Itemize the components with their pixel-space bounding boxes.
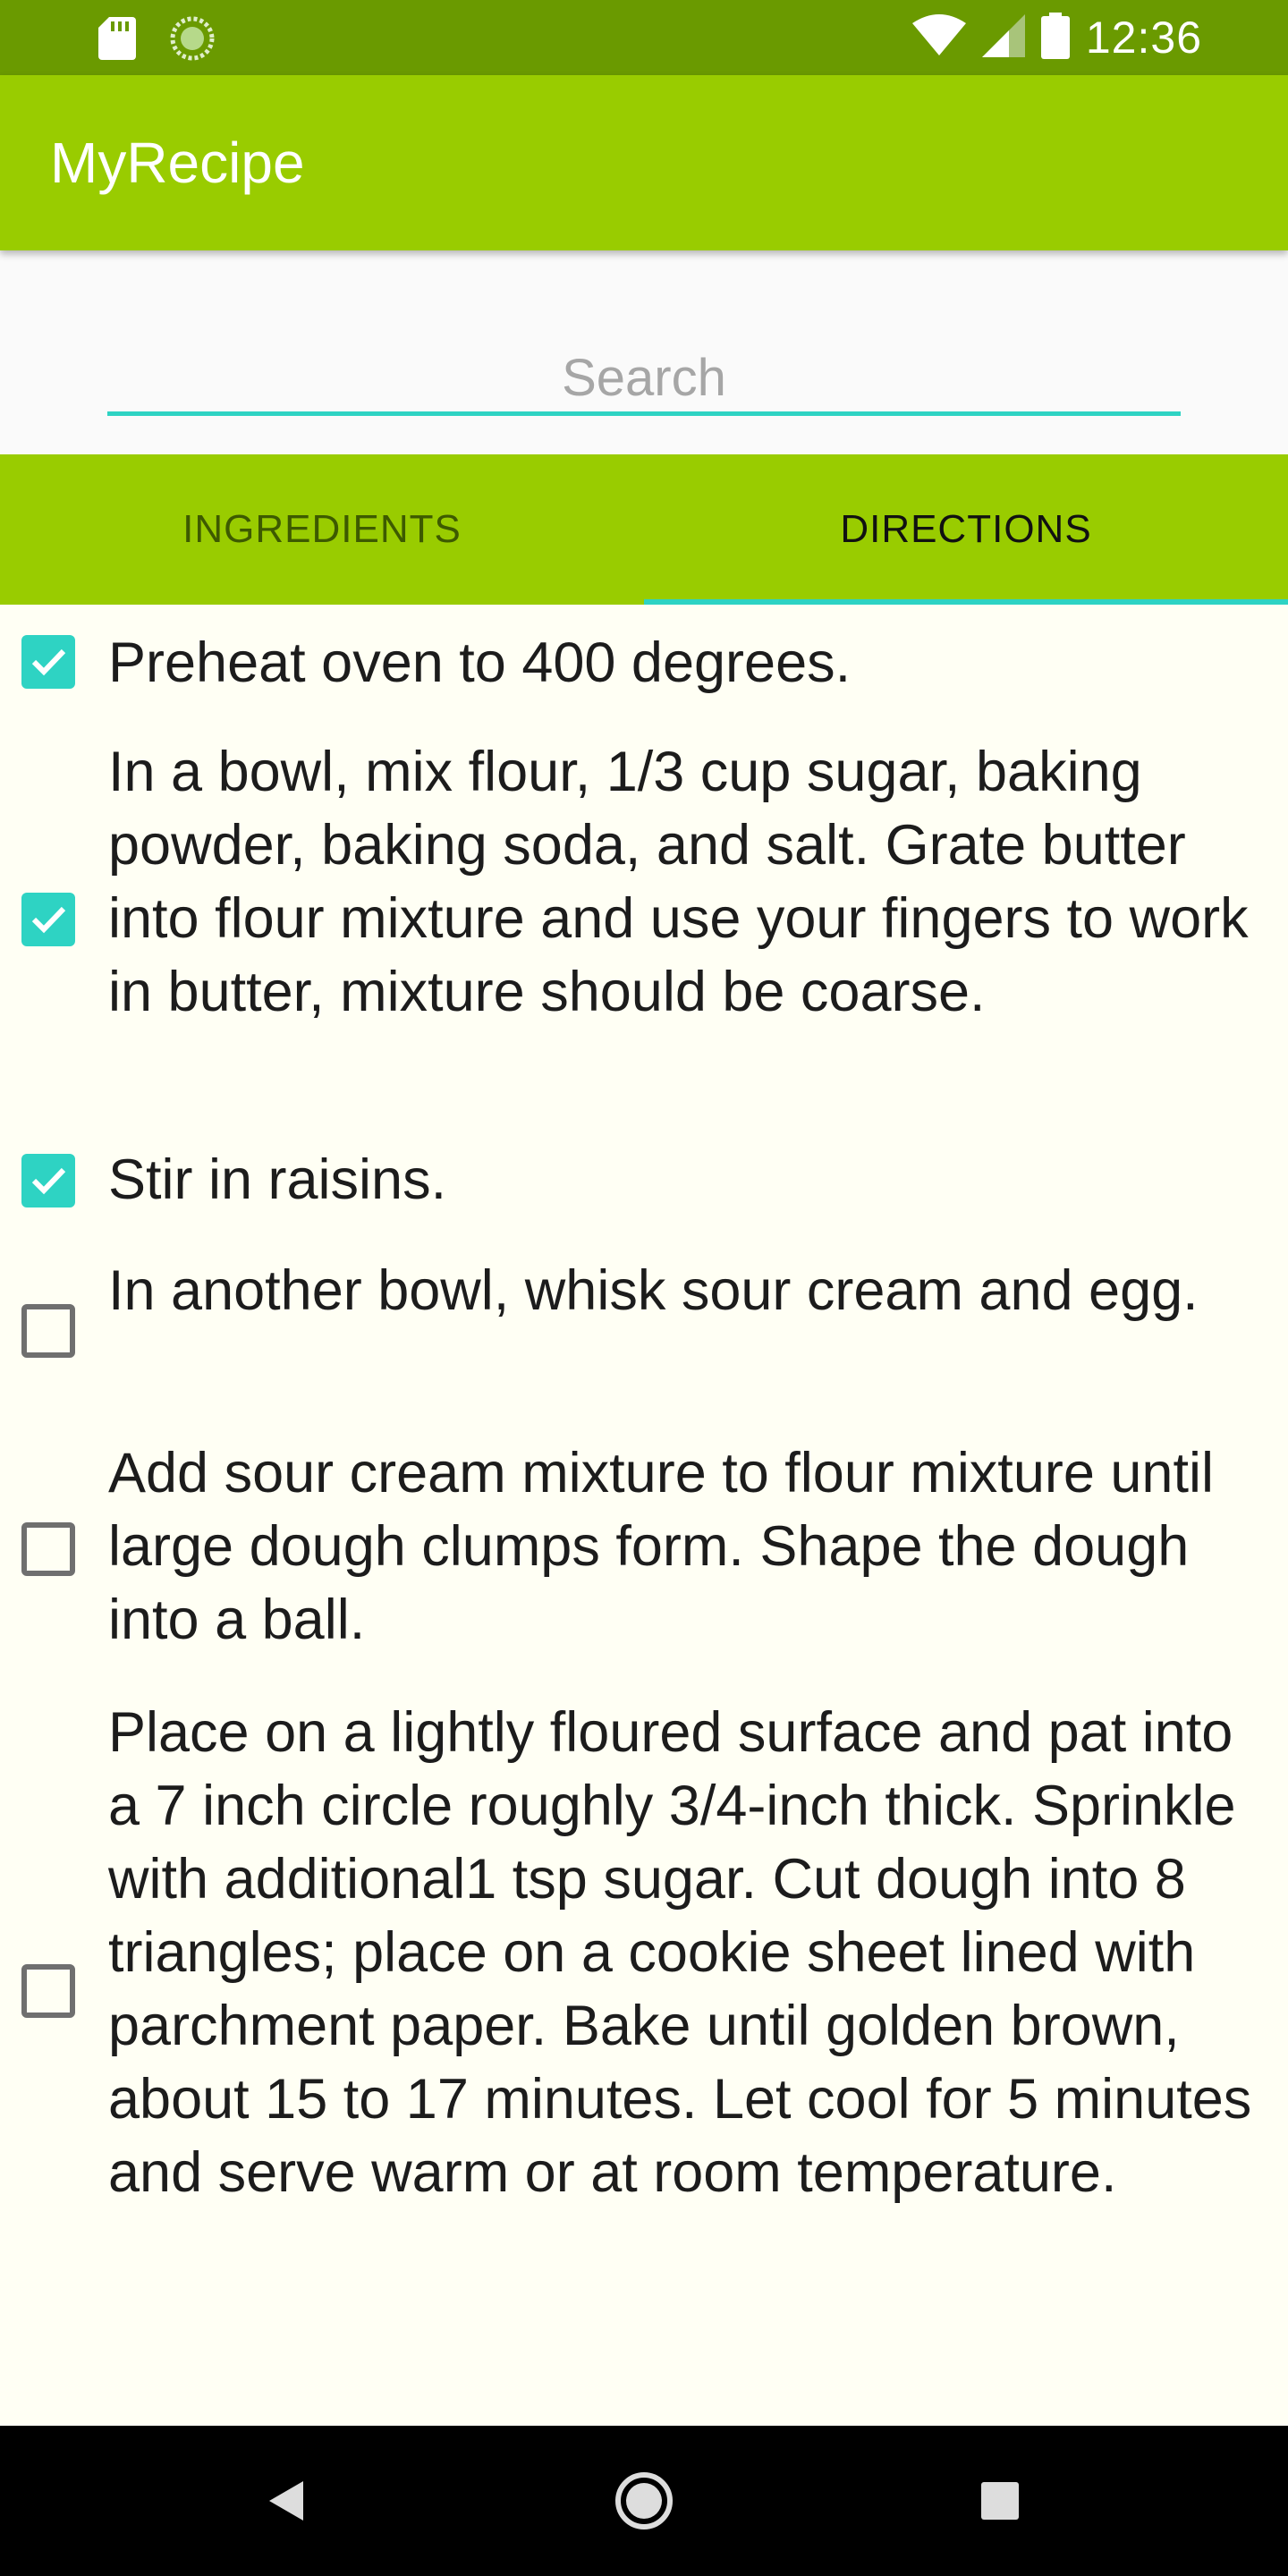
direction-text: Add sour cream mixture to flour mixture … [108,1442,1214,1651]
direction-item[interactable]: Stir in raisins. [0,1123,1288,1238]
search-area [0,250,1288,454]
direction-checkbox[interactable] [21,1522,75,1576]
direction-checkbox[interactable] [21,893,75,946]
tab-ingredients[interactable]: INGREDIENTS [0,454,644,605]
tab-directions[interactable]: DIRECTIONS [644,454,1288,605]
direction-text: Stir in raisins. [108,1148,447,1211]
direction-item[interactable]: Add sour cream mixture to flour mixture … [0,1420,1288,1680]
direction-text: Place on a lightly floured surface and p… [108,1701,1252,2204]
signal-icon [981,13,1025,62]
recents-button[interactable] [928,2426,1072,2576]
status-bar-left [98,16,215,65]
direction-text: In another bowl, whisk sour cream and eg… [108,1259,1199,1322]
direction-text: In a bowl, mix flour, 1/3 cup sugar, bak… [108,741,1249,1023]
direction-checkbox[interactable] [21,1154,75,1208]
sd-card-icon [98,17,136,64]
status-bar-right: 12:36 [911,11,1202,64]
battery-icon [1040,12,1070,64]
direction-checkbox[interactable] [21,635,75,689]
direction-text: Preheat oven to 400 degrees. [108,631,852,694]
home-icon [615,2472,673,2529]
tab-ingredients-label: INGREDIENTS [182,507,462,551]
app-title: MyRecipe [50,131,305,195]
tab-directions-label: DIRECTIONS [840,507,1092,551]
app-bar: MyRecipe [0,75,1288,250]
checkmark-icon [31,1167,66,1195]
back-icon [269,2481,303,2521]
direction-checkbox[interactable] [21,1304,75,1358]
wifi-icon [911,13,966,62]
search-input[interactable] [107,344,1181,416]
status-bar-time: 12:36 [1085,13,1202,63]
back-button[interactable] [215,2426,358,2576]
status-bar: 12:36 [0,0,1288,75]
direction-checkbox[interactable] [21,1964,75,2018]
checkmark-icon [31,906,66,934]
sync-icon [170,16,215,65]
tab-bar: INGREDIENTS DIRECTIONS [0,454,1288,605]
direction-item[interactable]: In another bowl, whisk sour cream and eg… [0,1238,1288,1420]
recents-icon [981,2482,1019,2520]
direction-item[interactable]: In a bowl, mix flour, 1/3 cup sugar, bak… [0,719,1288,1123]
screen: 12:36 MyRecipe INGREDIENTS DIRECTIONS Pr… [0,0,1288,2576]
home-button[interactable] [572,2426,716,2576]
direction-item[interactable]: Preheat oven to 400 degrees. [0,605,1288,719]
checkmark-icon [31,648,66,676]
direction-item[interactable]: Place on a lightly floured surface and p… [0,1680,1288,2306]
nav-bar [0,2426,1288,2576]
